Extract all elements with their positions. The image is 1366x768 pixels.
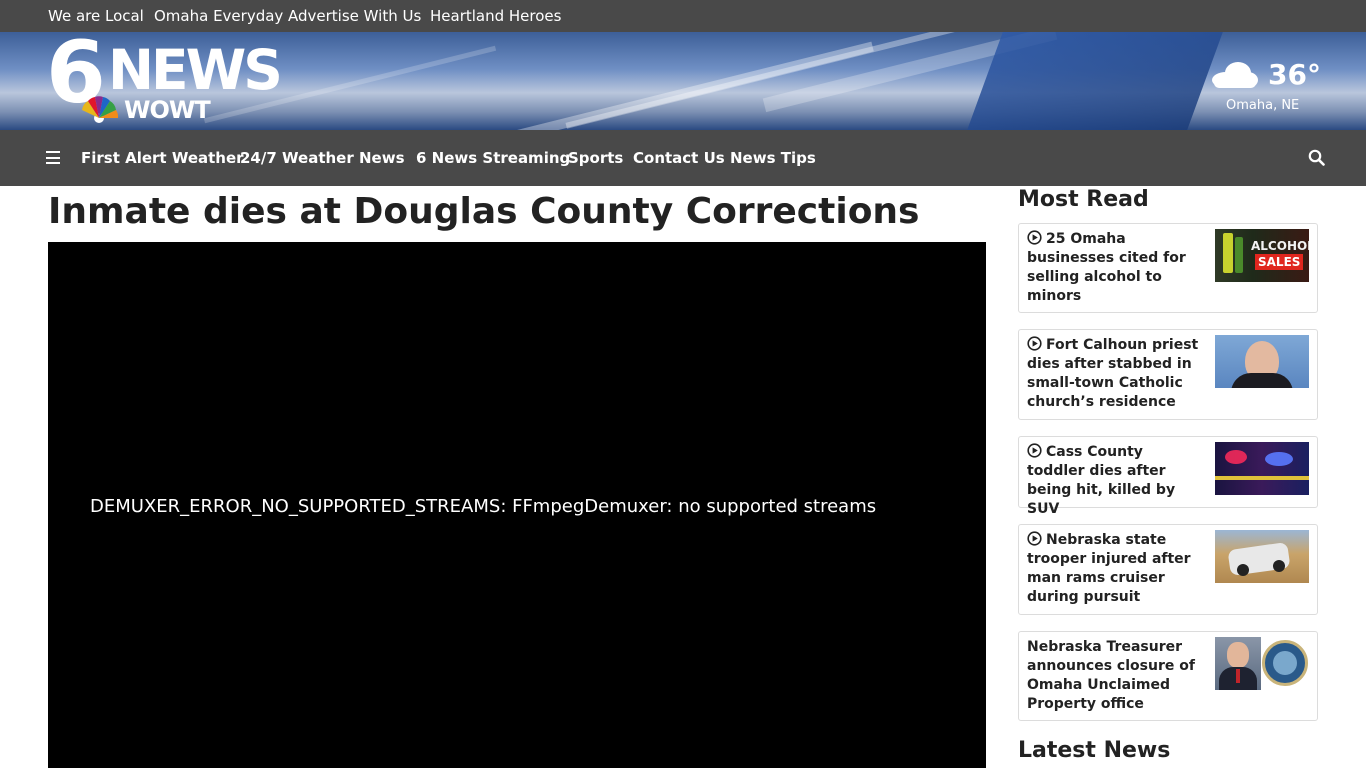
- most-read-item-text: Cass County toddler dies after being hit…: [1027, 444, 1176, 517]
- nav-item-news-tips[interactable]: News Tips: [730, 149, 816, 167]
- most-read-item-text: 25 Omaha businesses cited for selling al…: [1027, 231, 1186, 304]
- top-link-advertise[interactable]: Advertise With Us: [288, 7, 421, 25]
- top-link-heartland-heroes[interactable]: Heartland Heroes: [430, 7, 561, 25]
- top-links-bar: We are Local Omaha Everyday Advertise Wi…: [0, 0, 1366, 32]
- thumbnail-alcohol-sales: ALCOHOL SALES: [1215, 229, 1309, 282]
- most-read-item[interactable]: Fort Calhoun priest dies after stabbed i…: [1018, 329, 1318, 420]
- play-circle-icon: [1027, 336, 1042, 351]
- latest-news-heading: Latest News: [1018, 738, 1171, 763]
- thumbnail-police-lights: [1215, 442, 1309, 495]
- nav-item-sports[interactable]: Sports: [568, 149, 623, 167]
- weather-location: Omaha, NE: [1226, 98, 1300, 113]
- thumbnail-priest-portrait: [1215, 335, 1309, 388]
- video-player[interactable]: DEMUXER_ERROR_NO_SUPPORTED_STREAMS: FFmp…: [48, 242, 986, 768]
- main-nav: First Alert Weather 24/7 Weather News 6 …: [0, 130, 1366, 186]
- play-circle-icon: [1027, 443, 1042, 458]
- most-read-heading: Most Read: [1018, 187, 1149, 212]
- nbc-peacock-icon: [82, 96, 119, 123]
- most-read-item-text: Nebraska Treasurer announces closure of …: [1027, 639, 1195, 712]
- thumbnail-treasurer-seal: [1215, 637, 1309, 690]
- weather-temperature: 36°: [1268, 58, 1321, 91]
- play-circle-icon: [1027, 531, 1042, 546]
- logo-news: NEWS: [108, 38, 283, 102]
- weather-widget[interactable]: 36° Omaha, NE: [1206, 56, 1326, 118]
- nav-item-6-news-streaming[interactable]: 6 News Streaming: [416, 149, 570, 167]
- nav-item-news[interactable]: News: [359, 149, 405, 167]
- most-read-item[interactable]: Nebraska Treasurer announces closure of …: [1018, 631, 1318, 721]
- search-icon[interactable]: [1308, 149, 1325, 166]
- most-read-item[interactable]: Cass County toddler dies after being hit…: [1018, 436, 1318, 517]
- logo-wowt: WOWT: [124, 96, 211, 124]
- top-link-omaha-everyday[interactable]: Omaha Everyday: [154, 7, 283, 25]
- most-read-item-text: Fort Calhoun priest dies after stabbed i…: [1027, 337, 1199, 410]
- cloudy-icon: [1212, 62, 1258, 88]
- play-circle-icon: [1027, 230, 1042, 245]
- nav-item-first-alert-weather[interactable]: First Alert Weather: [81, 149, 244, 167]
- most-read-item[interactable]: Nebraska state trooper injured after man…: [1018, 524, 1318, 615]
- thumbnail-damaged-cruiser: [1215, 530, 1309, 583]
- video-error-message: DEMUXER_ERROR_NO_SUPPORTED_STREAMS: FFmp…: [90, 496, 877, 517]
- most-read-item-text: Nebraska state trooper injured after man…: [1027, 532, 1191, 605]
- nav-item-contact-us[interactable]: Contact Us: [633, 149, 725, 167]
- most-read-item[interactable]: 25 Omaha businesses cited for selling al…: [1018, 223, 1318, 313]
- nav-item-24-7-weather[interactable]: 24/7 Weather: [240, 149, 354, 167]
- hamburger-menu-icon[interactable]: [46, 151, 60, 164]
- article-title: Inmate dies at Douglas County Correction…: [48, 191, 920, 232]
